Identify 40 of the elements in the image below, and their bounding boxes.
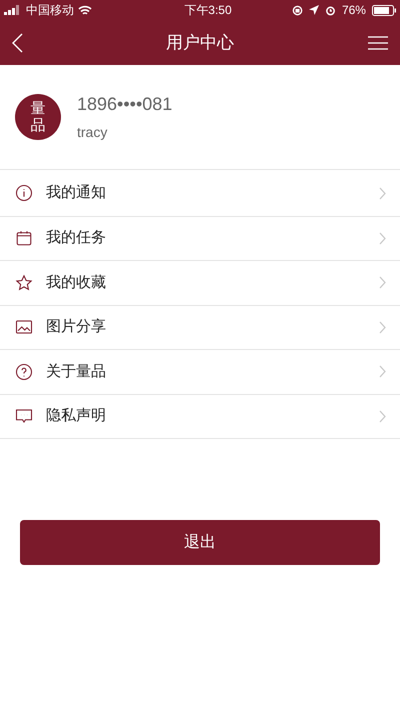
menu-item[interactable]: 隐私声明 xyxy=(0,394,400,438)
chevron-icon xyxy=(379,365,386,378)
location-icon xyxy=(308,5,319,15)
menu-label: 隐私声明 xyxy=(46,406,107,426)
carrier-name: 中国移动 xyxy=(26,2,74,19)
battery-icon xyxy=(372,4,396,16)
user-name: tracy xyxy=(77,123,108,142)
status-time: 下午3:50 xyxy=(183,2,232,19)
menu-item[interactable]: 关于量品 xyxy=(0,349,400,394)
info-icon xyxy=(15,184,33,202)
message-icon xyxy=(15,407,33,426)
menu-label: 图片分享 xyxy=(46,317,107,337)
chevron-icon xyxy=(379,320,386,334)
chevron-icon xyxy=(379,232,386,245)
alarm-icon xyxy=(324,4,336,16)
menu-item[interactable]: 我的任务 xyxy=(0,216,400,260)
chevron-icon xyxy=(379,410,386,423)
menu-item[interactable]: 我的通知 xyxy=(0,171,400,216)
lock-rotation-icon xyxy=(292,4,303,16)
chevron-icon xyxy=(379,276,386,290)
phone-number: 1896••••081 xyxy=(77,93,172,116)
star-icon xyxy=(15,274,33,292)
help-icon xyxy=(15,362,33,381)
menu-label: 关于量品 xyxy=(46,362,107,382)
menu-label: 我的收藏 xyxy=(46,272,107,292)
signal-icon xyxy=(4,5,22,15)
menu-icon xyxy=(368,36,388,50)
calendar-icon xyxy=(15,229,33,248)
menu-item[interactable]: 图片分享 xyxy=(0,304,400,349)
logout-button[interactable]: 退出 xyxy=(20,520,380,565)
back-icon xyxy=(12,32,24,52)
wifi-icon xyxy=(78,4,92,16)
menu-item[interactable]: 我的收藏 xyxy=(0,260,400,304)
chevron-icon xyxy=(379,186,386,200)
image-icon xyxy=(15,318,33,336)
page-title: 用户中心 xyxy=(166,32,234,54)
avatar: 量品 xyxy=(15,94,61,140)
menu-label: 我的通知 xyxy=(46,183,107,203)
menu-label: 我的任务 xyxy=(46,228,107,248)
battery-percent: 76% xyxy=(342,2,366,19)
